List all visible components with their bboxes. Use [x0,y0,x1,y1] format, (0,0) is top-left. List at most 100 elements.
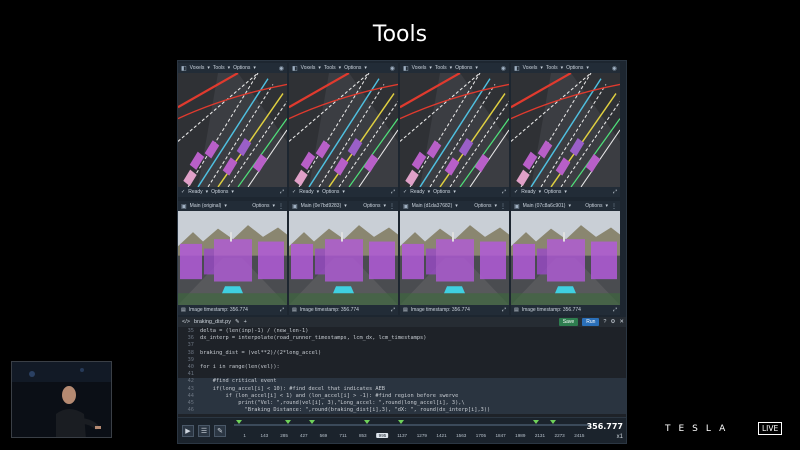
menu-options[interactable]: Options [252,203,269,209]
camera-panel[interactable]: ▣ Main (0e7bd9283) ▾ Options ▾ ⋮ ▤ Image t… [289,201,398,315]
help-icon[interactable]: ? [603,319,606,325]
menu-options[interactable]: Options [363,203,380,209]
code-line[interactable]: 44 if (lon_accel[i] < 1) and (lon_accel[… [178,392,626,401]
timeline-tick[interactable]: 1279 [417,433,427,438]
expand-icon[interactable]: ⤢ [613,307,617,313]
code-body[interactable]: 35 delta = (len(inp)-1) / (new_len-1) 36 dx… [178,327,626,417]
code-line[interactable]: 41 [178,371,626,378]
more-icon[interactable]: ⋮ [500,203,506,210]
timeline-track[interactable] [234,424,590,426]
menu-voxels[interactable]: Voxels [523,65,538,71]
voxel-panel[interactable]: ◧ Voxels ▾ Tools ▾ Options ▾ ◉ ✓ Ready ▾ O [178,63,287,197]
camera-icon[interactable]: ◉ [390,65,395,72]
expand-icon[interactable]: ⤢ [391,307,395,313]
menu-options[interactable]: Options [585,203,602,209]
menu-tools[interactable]: Tools [546,65,558,71]
camera-panel[interactable]: ▣ Main (07c8a6c901) ▾ Options ▾ ⋮ ▤ Image … [511,201,620,315]
camera-icon[interactable]: ◉ [279,65,284,72]
menu-voxels[interactable]: Voxels [190,65,205,71]
timeline-tick[interactable]: 1 [243,433,246,438]
timeline-tick[interactable]: 2273 [555,433,565,438]
camera-viewport[interactable] [289,211,398,305]
sliders-icon[interactable]: ☰ [198,425,210,437]
event-marker[interactable] [533,420,539,424]
voxel-panel[interactable]: ◧ Voxels ▾ Tools ▾ Options ▾ ◉ ✓ Ready ▾ O [511,63,620,197]
timeline-tick[interactable]: 2415 [574,433,584,438]
expand-icon[interactable]: ⤢ [502,307,506,313]
status-options[interactable]: Options [433,189,450,195]
expand-icon[interactable]: ⤢ [280,189,284,195]
expand-icon[interactable]: ⤢ [280,307,284,313]
voxel-panel[interactable]: ◧ Voxels ▾ Tools ▾ Options ▾ ◉ ✓ Ready ▾ O [289,63,398,197]
voxel-viewport[interactable] [511,73,620,187]
code-line[interactable]: 45 print("Vel: ",round(vel[i], 3),"Long_… [178,400,626,408]
expand-icon[interactable]: ⤢ [613,189,617,195]
code-line[interactable]: 40 for i in range(len(vel)): [178,364,626,371]
camera-select[interactable]: Main (07c8a6c901) [523,203,566,209]
menu-options[interactable]: Options [344,65,361,71]
menu-voxels[interactable]: Voxels [412,65,427,71]
timeline-tick[interactable]: 569 [320,433,328,438]
timeline-tick[interactable]: 1847 [495,433,505,438]
more-icon[interactable]: ⋮ [611,203,617,210]
menu-tools[interactable]: Tools [435,65,447,71]
event-marker[interactable] [285,420,291,424]
timeline-tick[interactable]: 1705 [476,433,486,438]
code-line[interactable]: 35 delta = (len(inp)-1) / (new_len-1) [178,328,626,335]
camera-panel[interactable]: ▣ Main (d1da37682) ▾ Options ▾ ⋮ ▤ Image t… [400,201,509,315]
editor-tab-braking-dist[interactable]: braking_dist.py [194,319,231,325]
camera-select[interactable]: Main (0e7bd9283) [301,203,342,209]
camera-panel[interactable]: ▣ Main (original) ▾ Options ▾ ⋮ ▤ Image ti… [178,201,287,315]
code-line[interactable]: 43 if(long_accel[i] < 10): #find decel t… [178,385,626,393]
expand-icon[interactable]: ⤢ [502,189,506,195]
timeline-tick[interactable]: 995 [376,433,389,438]
timeline-tick[interactable]: 711 [339,433,346,438]
code-line[interactable]: 37 [178,342,626,349]
settings-icon[interactable]: ⚙ [610,319,615,325]
save-button[interactable]: Save [558,318,579,326]
timeline-tick[interactable]: 285 [280,433,288,438]
timeline-tick[interactable]: 1989 [515,433,525,438]
camera-viewport[interactable] [511,211,620,305]
camera-viewport[interactable] [178,211,287,305]
voxel-viewport[interactable] [400,73,509,187]
menu-options[interactable]: Options [233,65,250,71]
event-marker[interactable] [398,420,404,424]
menu-options[interactable]: Options [455,65,472,71]
play-button[interactable]: ▶ [182,425,194,437]
camera-icon[interactable]: ◉ [612,65,617,72]
code-line[interactable]: 36 dx_interp = interpolate(road_runner_ti… [178,335,626,342]
status-options[interactable]: Options [544,189,561,195]
timeline-tick[interactable]: 427 [300,433,308,438]
event-marker[interactable] [236,420,242,424]
code-line[interactable]: 38 braking_dist = (vel**2)/(2*long_accel) [178,350,626,357]
camera-viewport[interactable] [400,211,509,305]
timeline-tick[interactable]: 853 [359,433,367,438]
add-tab-icon[interactable]: + [244,319,247,325]
camera-select[interactable]: Main (original) [190,203,222,209]
expand-icon[interactable]: ⤢ [391,189,395,195]
menu-options[interactable]: Options [566,65,583,71]
timeline-tick[interactable]: 143 [261,433,269,438]
menu-tools[interactable]: Tools [324,65,336,71]
voxel-panel[interactable]: ◧ Voxels ▾ Tools ▾ Options ▾ ◉ ✓ Ready ▾ O [400,63,509,197]
menu-options[interactable]: Options [474,203,491,209]
more-icon[interactable]: ⋮ [278,203,284,210]
code-line[interactable]: 39 [178,357,626,364]
timeline-tick[interactable]: 1563 [456,433,466,438]
status-options[interactable]: Options [322,189,339,195]
run-button[interactable]: Run [582,318,600,326]
edit-frame-icon[interactable]: ✎ [214,425,226,437]
camera-icon[interactable]: ◉ [501,65,506,72]
event-marker[interactable] [309,420,315,424]
status-options[interactable]: Options [211,189,228,195]
menu-voxels[interactable]: Voxels [301,65,316,71]
timeline-tick[interactable]: 2131 [535,433,545,438]
code-line[interactable]: 46 "Braking Distance: ",round(braking_di… [178,407,626,415]
more-icon[interactable]: ⋮ [389,203,395,210]
menu-tools[interactable]: Tools [213,65,225,71]
camera-select[interactable]: Main (d1da37682) [412,203,453,209]
timeline-tick[interactable]: 1421 [436,433,446,438]
event-marker[interactable] [550,420,556,424]
close-icon[interactable]: ✕ [619,319,624,325]
